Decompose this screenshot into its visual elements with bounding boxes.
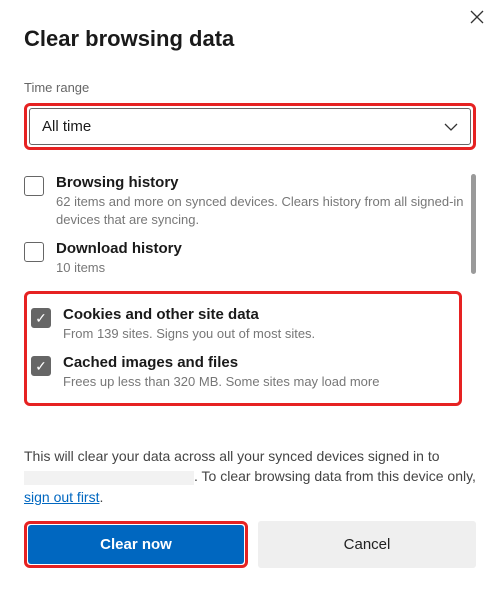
option-desc: From 139 sites. Signs you out of most si… — [63, 325, 443, 343]
options-list: Browsing history 62 items and more on sy… — [24, 168, 476, 438]
option-desc: 10 items — [56, 259, 464, 277]
dialog-buttons: Clear now Cancel — [24, 521, 476, 568]
highlighted-options: ✓ Cookies and other site data From 139 s… — [24, 291, 462, 406]
cancel-button[interactable]: Cancel — [258, 521, 476, 568]
option-download-history: Download history 10 items — [24, 234, 476, 283]
checkbox-cached[interactable]: ✓ — [31, 356, 51, 376]
time-range-select[interactable]: All time — [29, 108, 471, 145]
check-icon: ✓ — [35, 359, 47, 373]
checkbox-cookies[interactable]: ✓ — [31, 308, 51, 328]
time-range-label: Time range — [24, 80, 476, 95]
close-button[interactable] — [470, 10, 484, 29]
redacted-account — [24, 471, 194, 485]
sign-out-link[interactable]: sign out first — [24, 489, 99, 505]
checkbox-browsing-history[interactable] — [24, 176, 44, 196]
check-icon: ✓ — [35, 311, 47, 325]
time-range-highlight: All time — [24, 103, 476, 150]
option-desc: 62 items and more on synced devices. Cle… — [56, 193, 464, 228]
footer-note: This will clear your data across all you… — [24, 446, 476, 507]
option-title: Cookies and other site data — [63, 306, 443, 323]
option-title: Cached images and files — [63, 354, 443, 371]
scrollbar-thumb[interactable] — [471, 174, 476, 274]
option-cookies: ✓ Cookies and other site data From 139 s… — [31, 300, 455, 349]
clear-now-highlight: Clear now — [24, 521, 248, 568]
option-desc: Frees up less than 320 MB. Some sites ma… — [63, 373, 443, 391]
option-cached: ✓ Cached images and files Frees up less … — [31, 348, 455, 397]
option-browsing-history: Browsing history 62 items and more on sy… — [24, 168, 476, 234]
chevron-down-icon — [444, 123, 458, 131]
dialog-title: Clear browsing data — [24, 26, 476, 52]
checkbox-download-history[interactable] — [24, 242, 44, 262]
option-title: Browsing history — [56, 174, 464, 191]
time-range-value: All time — [42, 118, 91, 135]
option-title: Download history — [56, 240, 464, 257]
close-icon — [470, 11, 484, 28]
clear-now-button[interactable]: Clear now — [28, 525, 244, 564]
